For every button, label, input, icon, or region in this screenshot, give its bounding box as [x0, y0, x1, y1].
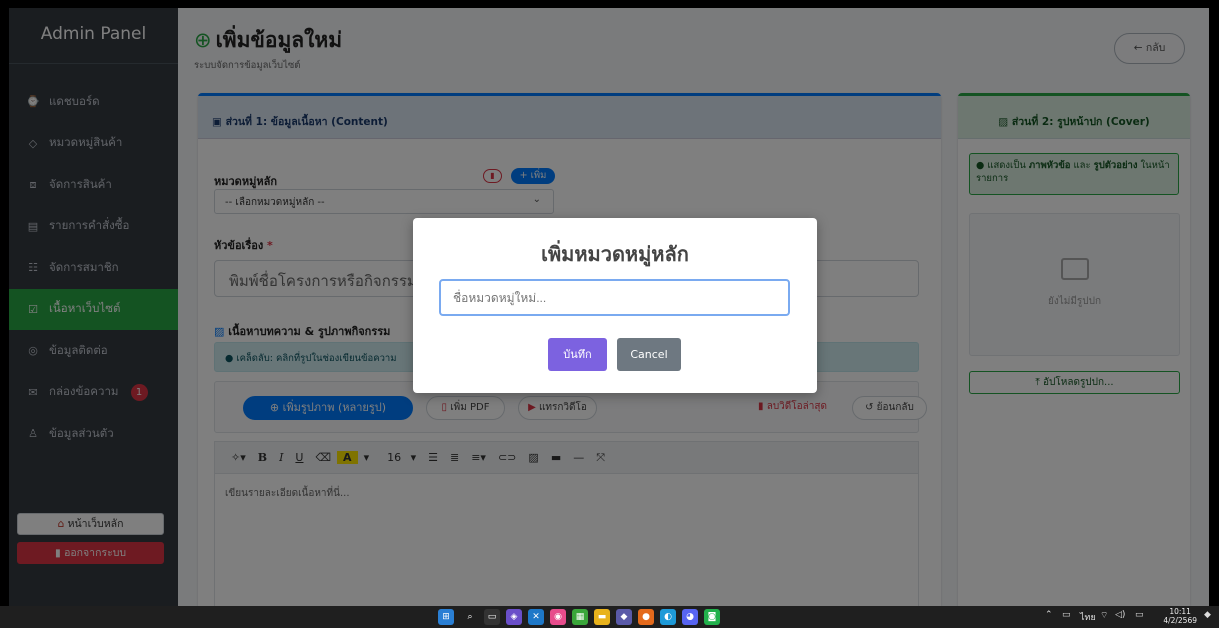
battery-icon[interactable]: ▭ — [1135, 610, 1144, 620]
clock[interactable]: 10:11 4/2/2569 — [1163, 607, 1197, 625]
folder-icon[interactable]: ▬ — [594, 609, 610, 625]
language-indicator[interactable]: ไทย — [1080, 610, 1096, 624]
volume-icon[interactable]: ◁) — [1115, 610, 1125, 620]
discord-icon[interactable]: ◕ — [682, 609, 698, 625]
wifi-icon[interactable]: ⌔ — [1100, 610, 1108, 621]
taskbar: ⊞ ⌕ ▭ ◈ ✕ ◉ ▦ ▬ ◆ ● ◐ ◕ ◙ ⌃ ▭ ไทย ⌔ ◁) ▭… — [0, 606, 1219, 628]
edge-icon[interactable]: ◐ — [660, 609, 676, 625]
start-icon[interactable]: ⊞ — [438, 609, 454, 625]
firefox-icon[interactable]: ● — [638, 609, 654, 625]
game-icon[interactable]: ▦ — [572, 609, 588, 625]
cancel-button[interactable]: Cancel — [617, 338, 681, 371]
app-icon[interactable]: ◉ — [550, 609, 566, 625]
tv-icon[interactable]: ▭ — [484, 609, 500, 625]
notification-icon[interactable]: ◆ — [1204, 610, 1211, 620]
app-icon[interactable]: ◈ — [506, 609, 522, 625]
new-category-input[interactable] — [439, 279, 790, 316]
browser-frame: Admin Panel ⌚แดชบอร์ด ◇หมวดหมู่สินค้า ⧈จ… — [0, 0, 1219, 606]
line-icon[interactable]: ◙ — [704, 609, 720, 625]
chevron-up-icon[interactable]: ⌃ — [1045, 610, 1053, 620]
search-icon[interactable]: ⌕ — [462, 609, 478, 625]
tray-app-icon[interactable]: ▭ — [1062, 610, 1071, 620]
vscode-icon[interactable]: ✕ — [528, 609, 544, 625]
save-button[interactable]: บันทึก — [548, 338, 607, 371]
app-icon[interactable]: ◆ — [616, 609, 632, 625]
clock-date: 4/2/2569 — [1163, 616, 1197, 625]
modal-title: เพิ่มหมวดหมู่หลัก — [541, 242, 689, 266]
clock-time: 10:11 — [1169, 607, 1191, 616]
add-category-modal: เพิ่มหมวดหมู่หลัก บันทึก Cancel — [413, 218, 817, 393]
